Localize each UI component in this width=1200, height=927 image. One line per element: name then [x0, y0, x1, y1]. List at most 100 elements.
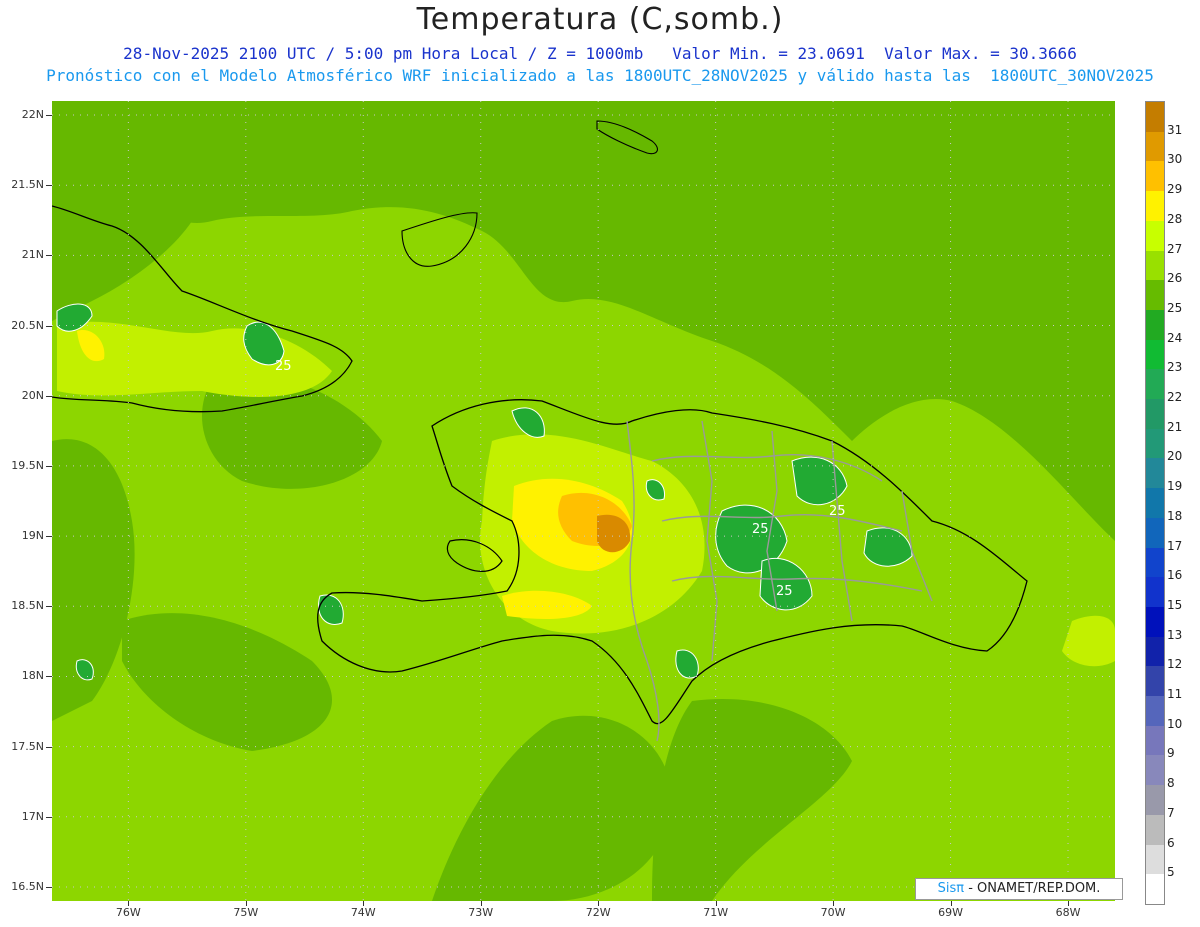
colorbar-segment	[1146, 755, 1164, 786]
latitude-label: 19N	[21, 529, 44, 543]
colorbar-label: 28	[1167, 211, 1183, 226]
colorbar-label: 31	[1167, 122, 1183, 137]
colorbar-segment	[1146, 428, 1164, 459]
colorbar-label: 21	[1167, 419, 1183, 434]
longitude-tick	[598, 901, 600, 906]
latitude-label: 20.5N	[11, 318, 44, 332]
longitude-tick	[950, 901, 952, 906]
colorbar-segment	[1146, 250, 1164, 281]
credit-box: Sisπ - ONAMET/REP.DOM.	[915, 878, 1123, 900]
longitude-tick	[480, 901, 482, 906]
subtitle-model: Pronóstico con el Modelo Atmosférico WRF…	[46, 66, 1154, 85]
colorbar-label: 15	[1167, 597, 1183, 612]
latitude-label: 17N	[21, 809, 44, 823]
latitude-tick	[46, 465, 52, 467]
latitude-tick	[46, 816, 52, 818]
colorbar-segment	[1146, 458, 1164, 489]
latitude-tick	[46, 676, 52, 678]
colorbar-segment	[1146, 547, 1164, 578]
latitude-label: 20N	[21, 388, 44, 402]
colorbar-segment	[1146, 191, 1164, 221]
latitude-label: 21.5N	[11, 178, 44, 192]
colorbar-label: 19	[1167, 479, 1183, 494]
latitude-tick	[46, 395, 52, 397]
longitude-tick	[363, 901, 365, 906]
latitude-tick	[46, 255, 52, 257]
colorbar-label: 23	[1167, 360, 1183, 375]
colorbar-label: 7	[1167, 805, 1175, 820]
latitude-tick	[46, 185, 52, 187]
longitude-label: 71W	[703, 906, 729, 919]
colorbar-label: 29	[1167, 182, 1183, 197]
contour-label: 25	[752, 522, 769, 537]
colorbar-label: 30	[1167, 152, 1183, 167]
colorbar-label: 27	[1167, 241, 1183, 256]
latitude-label: 22N	[21, 108, 44, 122]
longitude-label: 69W	[938, 906, 963, 919]
colorbar-segment	[1146, 785, 1164, 815]
colorbar-segment	[1146, 339, 1164, 370]
colorbar-segment	[1146, 844, 1164, 875]
colorbar-segment	[1146, 309, 1164, 340]
colorbar-segment	[1146, 161, 1164, 192]
colorbar-segment	[1146, 666, 1164, 697]
latitude-tick	[46, 325, 52, 327]
colorbar-segment	[1146, 696, 1164, 726]
map-title: Temperatura (C,somb.)	[416, 2, 784, 37]
latitude-tick	[46, 536, 52, 538]
contour-label: 25	[829, 504, 846, 519]
colorbar-label: 8	[1167, 776, 1175, 791]
colorbar-label: 5	[1167, 865, 1175, 880]
longitude-label: 70W	[820, 906, 846, 919]
latitude-label: 18.5N	[11, 599, 44, 613]
colorbar-segment	[1146, 102, 1164, 132]
colorbar-label: 20	[1167, 449, 1183, 464]
latitude-tick	[46, 606, 52, 608]
longitude-tick	[245, 901, 247, 906]
latitude-label: 16.5N	[11, 879, 44, 893]
longitude-label: 72W	[585, 906, 611, 919]
temperature-colorbar	[1145, 101, 1165, 905]
colorbar-label: 13	[1167, 627, 1183, 642]
colorbar-label: 11	[1167, 687, 1183, 702]
longitude-label: 76W	[115, 906, 141, 919]
credit-text: - ONAMET/REP.DOM.	[964, 881, 1101, 896]
latitude-label: 21N	[21, 248, 44, 262]
colorbar-label: 25	[1167, 300, 1183, 315]
colorbar-segment	[1146, 517, 1164, 548]
latitude-label: 18N	[21, 669, 44, 683]
longitude-label: 75W	[233, 906, 259, 919]
colorbar-label: 6	[1167, 835, 1175, 850]
colorbar-segment	[1146, 725, 1164, 756]
contour-label: 25	[275, 359, 292, 374]
colorbar-segment	[1146, 577, 1164, 607]
colorbar-label: 16	[1167, 568, 1183, 583]
colorbar-segment	[1146, 874, 1164, 904]
colorbar-segment	[1146, 280, 1164, 310]
colorbar-label: 22	[1167, 390, 1183, 405]
latitude-tick	[46, 886, 52, 888]
longitude-label: 74W	[350, 906, 376, 919]
latitude-tick	[46, 115, 52, 117]
latitude-label: 17.5N	[11, 739, 44, 753]
longitude-tick	[833, 901, 835, 906]
longitude-label: 73W	[468, 906, 494, 919]
colorbar-segment	[1146, 369, 1164, 400]
colorbar-label: 26	[1167, 271, 1183, 286]
longitude-tick	[128, 901, 130, 906]
colorbar-segment	[1146, 606, 1164, 637]
colorbar-segment	[1146, 488, 1164, 518]
colorbar-segment	[1146, 636, 1164, 667]
colorbar-segment	[1146, 220, 1164, 251]
latitude-tick	[46, 746, 52, 748]
contour-label: 25	[776, 584, 793, 599]
sispi-logo-text: Sisπ	[937, 881, 965, 896]
colorbar-label: 9	[1167, 746, 1175, 761]
colorbar-label: 18	[1167, 508, 1183, 523]
colorbar-label: 12	[1167, 657, 1183, 672]
colorbar-segment	[1146, 814, 1164, 845]
colorbar-segment	[1146, 399, 1164, 429]
colorbar-label: 10	[1167, 716, 1183, 731]
latitude-label: 19.5N	[11, 458, 44, 472]
longitude-tick	[715, 901, 717, 906]
